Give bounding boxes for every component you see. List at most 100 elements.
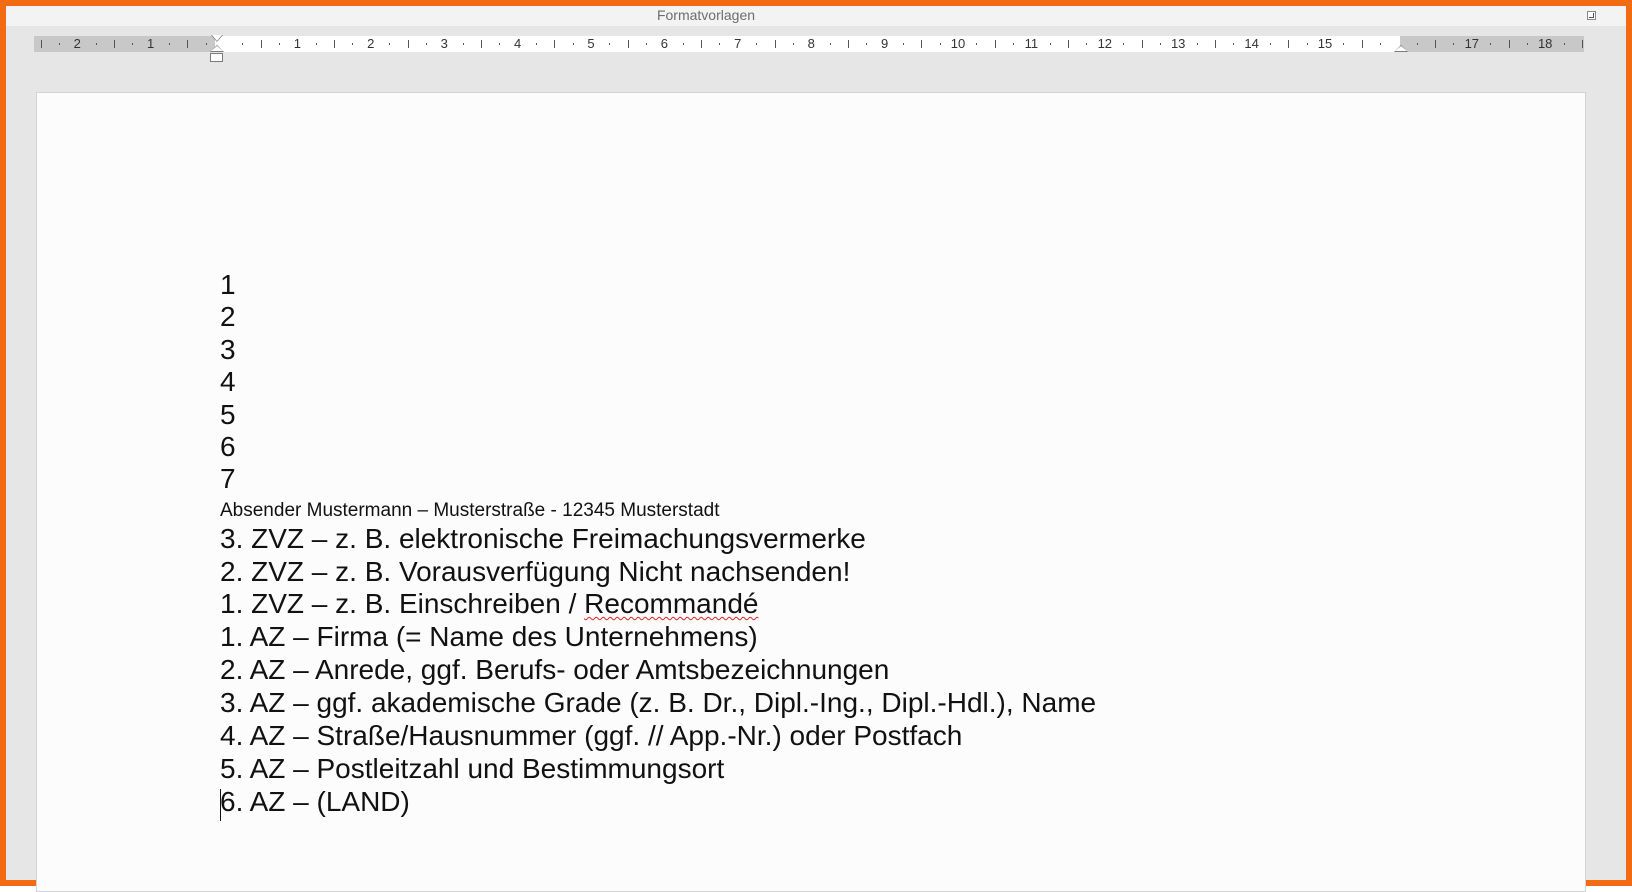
line-number-5[interactable]: 5 (220, 399, 236, 431)
ruler-quarter-dot (682, 43, 684, 45)
dialog-launcher-icon[interactable] (1587, 11, 1596, 20)
ruler-half-tick (1435, 40, 1437, 48)
ruler-quarter-dot (499, 43, 501, 45)
left-indent-marker[interactable] (210, 53, 223, 62)
ruler-half-tick (480, 40, 482, 48)
ruler-half-tick (774, 40, 776, 48)
ruler-number: 17 (1464, 36, 1480, 51)
line-number-1[interactable]: 1 (220, 269, 236, 301)
ruler-number: 12 (1097, 36, 1113, 51)
ruler-quarter-dot (389, 43, 391, 45)
ruler-quarter-dot (1306, 43, 1308, 45)
ruler-number: 15 (1317, 36, 1333, 51)
ruler-quarter-dot (572, 43, 574, 45)
ruler-number: 6 (660, 36, 669, 51)
ruler-half-tick (260, 40, 262, 48)
ruler-quarter-dot (462, 43, 464, 45)
ruler-half-tick (1361, 40, 1363, 48)
line-number-3[interactable]: 3 (220, 334, 236, 366)
ruler-quarter-dot (425, 43, 427, 45)
az-line-1[interactable]: 1. AZ – Firma (= Name des Unternehmens) (220, 621, 758, 653)
ruler-quarter-dot (1526, 43, 1528, 45)
ruler-quarter-dot (1013, 43, 1015, 45)
ruler-quarter-dot (168, 43, 170, 45)
ruler-quarter-dot (1380, 43, 1382, 45)
ruler-number: 10 (950, 36, 966, 51)
ruler-number: 8 (807, 36, 815, 51)
ruler-half-tick (994, 40, 996, 48)
ruler-quarter-dot (1490, 43, 1492, 45)
ruler-quarter-dot (1563, 43, 1565, 45)
az-line-2[interactable]: 2. AZ – Anrede, ggf. Berufs- oder Amtsbe… (220, 654, 889, 686)
spelling-error-word[interactable]: Recommandé (584, 588, 758, 619)
ruler-quarter-dot (866, 43, 868, 45)
ruler-number: 9 (880, 36, 889, 51)
styles-group-label: Formatvorlagen (656, 7, 756, 23)
zvz-line-1[interactable]: 1. ZVZ – z. B. Einschreiben / Recommandé (220, 588, 758, 620)
az-line-3[interactable]: 3. AZ – ggf. akademische Grade (z. B. Dr… (220, 687, 1096, 719)
ruler-half-tick (113, 40, 115, 48)
horizontal-ruler-area: 2 1 1 2 3 4 5 6 7 8 9 10 11 12 13 14 15 17 18 (6, 26, 1626, 64)
ruler-quarter-dot (609, 43, 611, 45)
ruler-quarter-dot (205, 43, 207, 45)
ruler-quarter-dot (646, 43, 648, 45)
ruler-quarter-dot (315, 43, 317, 45)
ruler-number: 1 (146, 36, 155, 51)
ruler-number: 3 (440, 36, 448, 51)
ruler-number: 2 (367, 36, 375, 51)
ruler-number: 1 (293, 36, 302, 51)
ruler-half-tick (701, 40, 703, 48)
ruler-half-tick (407, 40, 409, 48)
ruler-quarter-dot (756, 43, 758, 45)
ruler-half-tick (847, 40, 849, 48)
ruler-half-tick (627, 40, 629, 48)
line-number-6[interactable]: 6 (220, 431, 236, 463)
ruler-quarter-dot (792, 43, 794, 45)
ruler-quarter-dot (719, 43, 721, 45)
ruler-quarter-dot (132, 43, 134, 45)
sender-line[interactable]: Absender Mustermann – Musterstraße - 123… (220, 500, 720, 522)
az-line-4[interactable]: 4. AZ – Straße/Hausnummer (ggf. // App.-… (220, 720, 962, 752)
ruler-number: 2 (73, 36, 81, 51)
zvz-line-2[interactable]: 2. ZVZ – z. B. Vorausverfügung Nicht nac… (220, 556, 850, 588)
ruler-quarter-dot (1123, 43, 1125, 45)
first-line-indent-marker[interactable] (211, 35, 223, 42)
text-cursor (220, 789, 221, 821)
ruler-quarter-dot (1233, 43, 1235, 45)
line-number-7[interactable]: 7 (220, 463, 236, 495)
ruler-quarter-dot (279, 43, 281, 45)
ruler-half-tick (1288, 40, 1290, 48)
ruler-half-tick (1214, 40, 1216, 48)
app-window-frame: Formatvorlagen 2 1 1 2 3 4 5 6 7 8 9 10 11 12 13 14 15 17… (0, 0, 1632, 892)
ruler-quarter-dot (902, 43, 904, 45)
zvz-line-3[interactable]: 3. ZVZ – z. B. elektronische Freimachung… (220, 523, 866, 555)
az-line-5[interactable]: 5. AZ – Postleitzahl und Bestimmungsort (220, 753, 724, 785)
ruler-quarter-dot (58, 43, 60, 45)
ruler-half-tick (1581, 40, 1583, 48)
ruler-quarter-dot (1196, 43, 1198, 45)
ruler-half-tick (334, 40, 336, 48)
ruler-half-tick (921, 40, 923, 48)
ruler-number: 7 (734, 36, 742, 51)
right-indent-marker[interactable] (1394, 45, 1408, 52)
document-page[interactable]: 1 2 3 4 5 6 7 Absender Mustermann – Must… (36, 92, 1586, 892)
ruler-half-tick (1068, 40, 1070, 48)
az-line-6[interactable]: 6. AZ – (LAND) (220, 786, 410, 818)
line-number-4[interactable]: 4 (220, 366, 236, 398)
horizontal-ruler[interactable]: 2 1 1 2 3 4 5 6 7 8 9 10 11 12 13 14 15 17 18 (34, 35, 1584, 62)
ruler-number: 11 (1024, 36, 1039, 51)
ruler-quarter-dot (535, 43, 537, 45)
ruler-quarter-dot (829, 43, 831, 45)
ruler-quarter-dot (352, 43, 354, 45)
zvz-line-1-text: 1. ZVZ – z. B. Einschreiben / (220, 588, 585, 619)
ruler-quarter-dot (939, 43, 941, 45)
hanging-indent-marker[interactable] (210, 45, 224, 52)
ruler-quarter-dot (1049, 43, 1051, 45)
ruler-half-tick (1508, 40, 1510, 48)
line-number-2[interactable]: 2 (220, 301, 236, 333)
ruler-quarter-dot (1269, 43, 1271, 45)
ruler-right-margin (1400, 36, 1584, 52)
ruler-quarter-dot (1416, 43, 1418, 45)
ruler-quarter-dot (976, 43, 978, 45)
ruler-number: 5 (587, 36, 595, 51)
